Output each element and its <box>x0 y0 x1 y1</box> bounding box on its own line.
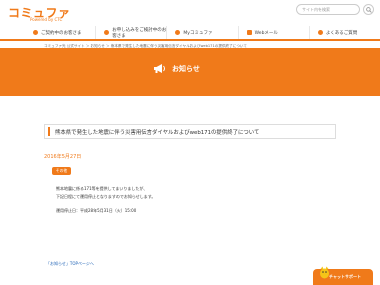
nav-item-prospective-customers[interactable]: お申し込みをご検討中のお客さま <box>95 26 166 39</box>
nav-label: ご契約中のお客さま <box>41 30 82 36</box>
megaphone-icon <box>154 64 165 73</box>
nav-label: お申し込みをご検討中のお客さま <box>112 27 167 39</box>
question-icon <box>317 30 323 35</box>
user-icon <box>33 30 38 35</box>
article-body-line: 運用停止日：平成28年5月31日（火）15:00 <box>56 208 137 213</box>
nav-label: Webメール <box>254 30 278 36</box>
back-to-news-link[interactable]: 「お知らせ」TOPページへ <box>46 261 94 267</box>
chat-label: チャットサポート <box>329 274 361 279</box>
article-title-box: 熊本県で発生した地震に伴う災害用伝言ダイヤルおよびweb171の提供終了について <box>44 124 336 139</box>
category-badge: その他 <box>52 167 71 175</box>
nav-item-contract-customers[interactable]: ご契約中のお客さま <box>0 26 95 39</box>
article-title: 熊本県で発生した地震に伴う災害用伝言ダイヤルおよびweb171の提供終了について <box>55 130 260 136</box>
nav-item-my-commufa[interactable]: Myコミュファ <box>166 26 237 39</box>
mascot-icon <box>320 266 329 279</box>
nav-label: よくあるご質問 <box>325 30 358 36</box>
logo-tagline: Powered by CTC <box>30 17 63 22</box>
article-date: 2016年5月27日 <box>44 154 82 160</box>
search-icon <box>366 7 372 13</box>
article-body-line: 熊本地震に係る171等を提供してまいりましたが、 <box>56 186 148 191</box>
mail-icon <box>246 30 252 35</box>
title-accent-bar <box>48 127 50 136</box>
site-header: コミュファ Powered by CTC サイト内を検索 <box>0 0 380 26</box>
nav-item-webmail[interactable]: Webメール <box>237 26 309 39</box>
nav-item-faq[interactable]: よくあるご質問 <box>308 26 380 39</box>
nav-divider <box>0 39 380 41</box>
article-body-line: 下記日程にて運用停止となりますのでお知らせします。 <box>56 194 156 199</box>
heart-icon <box>175 30 181 35</box>
nav-label: Myコミュファ <box>183 30 213 36</box>
hero-banner: お知らせ <box>0 48 380 96</box>
page-title: お知らせ <box>172 64 200 73</box>
form-icon <box>104 30 110 35</box>
search-input[interactable]: サイト内を検索 <box>296 4 360 15</box>
search-button[interactable] <box>363 4 374 15</box>
back-link-text[interactable]: 「お知らせ」TOPページへ <box>46 261 94 266</box>
global-nav: ご契約中のお客さま お申し込みをご検討中のお客さま Myコミュファ Webメール… <box>0 26 380 39</box>
